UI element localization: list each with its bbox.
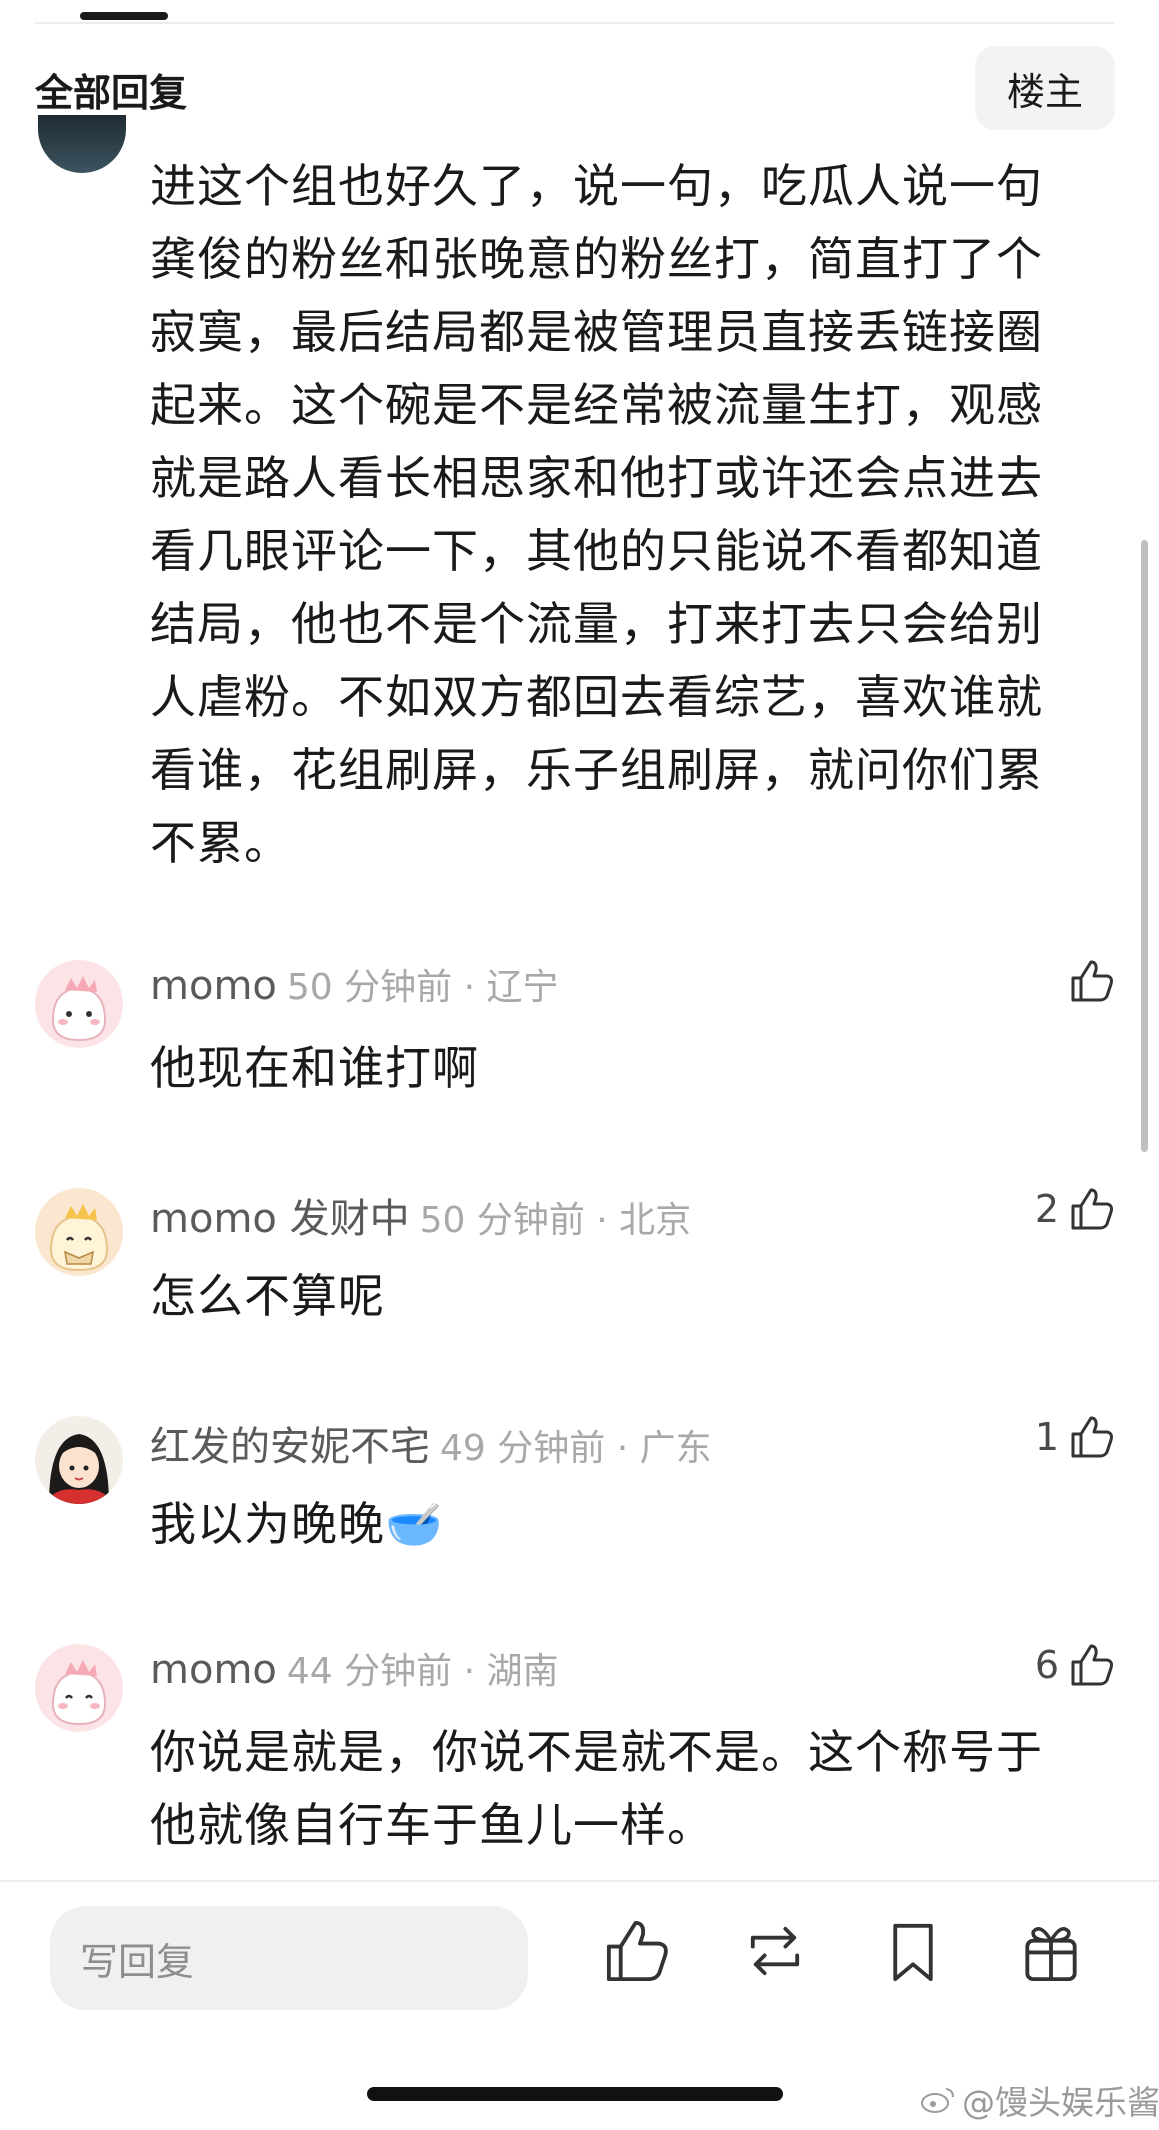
thumbs-up-icon [1071, 1188, 1113, 1230]
avatar[interactable] [35, 960, 123, 1048]
avatar[interactable] [35, 1416, 123, 1504]
top-drag-handle [80, 12, 168, 20]
reply-author[interactable]: momo [150, 963, 277, 1009]
dino-avatar-icon [35, 1644, 123, 1732]
scrollbar[interactable] [1141, 540, 1148, 1152]
top-divider [35, 22, 1114, 24]
dino-avatar-icon [35, 960, 123, 1048]
page-title: 全部回复 [35, 71, 188, 115]
like-button[interactable]: 1 [1035, 1412, 1117, 1462]
gift-icon[interactable] [1014, 1914, 1088, 1988]
main-comment-text: 进这个组也好久了，说一句，吃瓜人说一句龚俊的粉丝和张晚意的粉丝打，简直打了个寂寞… [150, 159, 1043, 870]
reply-text: 怎么不算呢 [150, 1269, 385, 1323]
reply-text: 你说是就是，你说不是就不是。这个称号于他就像自行车于鱼儿一样。 [150, 1725, 1043, 1852]
reply-meta: 50 分钟前 · 北京 [419, 1200, 692, 1241]
reply-meta: 49 分钟前 · 广东 [440, 1428, 712, 1469]
avatar[interactable] [35, 1188, 123, 1276]
thumbs-up-icon [1071, 960, 1113, 1002]
bookmark-icon[interactable] [876, 1914, 950, 1988]
like-count: 1 [1034, 1415, 1059, 1459]
repost-icon[interactable] [738, 1914, 812, 1988]
reply-author[interactable]: momo 发财中 [150, 1196, 410, 1242]
like-button[interactable]: 2 [1035, 1184, 1117, 1234]
like-count: 6 [1034, 1643, 1059, 1687]
thumbs-up-icon [1071, 1644, 1113, 1686]
poster-avatar[interactable] [38, 115, 126, 173]
watermark: @馒头娱乐酱 [920, 2076, 1159, 2124]
like-button[interactable]: 6 [1035, 1640, 1117, 1690]
reply-author[interactable]: momo [150, 1647, 277, 1693]
like-button[interactable] [1059, 956, 1117, 1006]
reply-meta: 44 分钟前 · 湖南 [286, 1651, 559, 1692]
watermark-text: @馒头娱乐酱 [962, 2083, 1159, 2122]
reply-author[interactable]: 红发的安妮不宅 [150, 1424, 430, 1470]
reply-meta: 50 分钟前 · 辽宁 [286, 967, 559, 1008]
girl-avatar-icon [35, 1416, 123, 1504]
reply-input[interactable]: 写回复 [50, 1906, 528, 2010]
owner-only-button[interactable]: 楼主 [975, 46, 1115, 130]
thumbs-up-icon[interactable] [600, 1914, 674, 1988]
home-indicator [367, 2087, 783, 2101]
weibo-logo-icon [921, 2088, 954, 2113]
dino-money-avatar-icon [35, 1188, 123, 1276]
avatar[interactable] [35, 1644, 123, 1732]
thumbs-up-icon [1071, 1416, 1113, 1458]
reply-text: 他现在和谁打啊 [150, 1041, 479, 1095]
reply-text: 我以为晚晚🥣 [150, 1497, 444, 1551]
like-count: 2 [1034, 1187, 1059, 1231]
